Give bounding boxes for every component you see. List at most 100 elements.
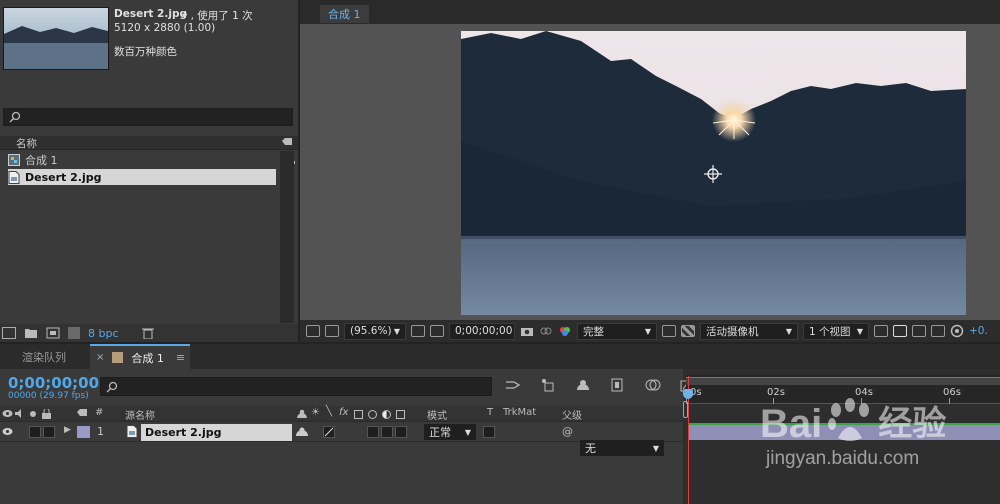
3d-layer-icon: [396, 410, 405, 419]
shy-layers-icon[interactable]: [575, 378, 591, 392]
anchor-point-icon[interactable]: [704, 165, 722, 183]
watermark-url: jingyan.baidu.com: [766, 448, 920, 469]
views-dropdown[interactable]: 1 个视图 ▼: [803, 322, 869, 340]
camera-dropdown[interactable]: 活动摄像机 ▼: [700, 322, 798, 340]
close-icon[interactable]: ×: [96, 352, 104, 363]
color-depth-swatch: [68, 327, 80, 339]
project-footer: 8 bpc: [0, 324, 298, 342]
resolution-dropdown[interactable]: 完整 ▼: [577, 322, 657, 340]
tab-composition[interactable]: 合成 1: [320, 5, 369, 23]
bpc-label[interactable]: 8 bpc: [88, 327, 119, 340]
audio-icon: [15, 409, 21, 418]
expand-arrow-icon[interactable]: ▶: [64, 425, 71, 435]
column-trkmat: TrkMat: [503, 407, 537, 418]
tab-timeline-composition[interactable]: × 合成 1 ≡: [90, 344, 190, 369]
fast-previews-icon[interactable]: [662, 325, 676, 337]
project-item-footage[interactable]: Desert 2.jpg: [8, 169, 276, 185]
new-folder-icon[interactable]: [24, 327, 38, 339]
shy-icon: [297, 409, 307, 418]
solo-switch[interactable]: [29, 426, 41, 438]
tab-render-queue[interactable]: 渲染队列: [0, 344, 88, 369]
parent-dropdown[interactable]: 无 ▼: [580, 440, 664, 456]
column-parent: 父级: [562, 411, 582, 422]
pickwhip-icon[interactable]: @: [562, 425, 573, 438]
layer-name-field[interactable]: Desert 2.jpg: [141, 424, 292, 441]
current-time-display[interactable]: 0;00;00;00: [8, 374, 99, 392]
composition-icon: [8, 154, 20, 166]
camera-snapshot-icon[interactable]: [520, 325, 534, 337]
panel-menu-icon[interactable]: ≡: [176, 351, 185, 364]
reset-exposure-icon[interactable]: [950, 324, 964, 338]
motion-blur-icon: [368, 410, 377, 419]
interpret-footage-icon[interactable]: [2, 327, 16, 339]
exposure-value[interactable]: +0.: [969, 325, 988, 337]
timeline-search-input[interactable]: [100, 377, 492, 396]
layer-index: 1: [97, 425, 104, 438]
blend-mode-dropdown[interactable]: 正常 ▼: [424, 424, 476, 440]
time-navigator-start[interactable]: [683, 401, 688, 418]
project-scrollbar[interactable]: [280, 151, 294, 323]
composition-mini-flowchart-icon[interactable]: [505, 378, 521, 392]
footage-name: Desert 2.jpg: [114, 8, 187, 20]
shy-switch-icon[interactable]: [296, 427, 308, 437]
comp-color-label: [112, 352, 124, 363]
label-tag-icon[interactable]: [281, 138, 293, 148]
color-channels-icon[interactable]: [558, 325, 572, 337]
show-snapshot-icon[interactable]: [539, 325, 553, 337]
motion-blur-icon[interactable]: [645, 378, 661, 392]
composition-frame: [461, 31, 966, 315]
work-area-bar[interactable]: [686, 377, 1000, 385]
project-search-input[interactable]: [3, 108, 293, 126]
fast-draft-icon[interactable]: [893, 325, 907, 337]
column-t: T: [487, 407, 494, 418]
lock-switch[interactable]: [43, 426, 55, 438]
label-tag-icon: [77, 409, 87, 416]
region-of-interest-icon[interactable]: [411, 325, 425, 337]
viewer-timecode[interactable]: 0;00;00;00: [449, 322, 515, 340]
image-file-icon: [8, 170, 20, 184]
ruler-major-tick: [949, 398, 950, 404]
adjustment-switch[interactable]: [381, 426, 393, 438]
visibility-eye-icon[interactable]: [2, 427, 13, 436]
search-icon: [106, 381, 118, 393]
composition-viewer[interactable]: [300, 24, 1000, 320]
tab-render-queue-label: 渲染队列: [22, 350, 66, 364]
preserve-transparency-switch[interactable]: [483, 426, 495, 438]
project-column-header: 名称: [0, 136, 298, 150]
baidu-watermark: Bai 经验 jingyan.baidu.com: [760, 398, 946, 470]
zoom-dropdown[interactable]: (95.6%) ▼: [344, 322, 406, 340]
new-composition-icon[interactable]: [46, 327, 60, 339]
flowchart-toggle-icon[interactable]: [931, 325, 945, 337]
watermark-brand: Bai: [760, 402, 823, 446]
frame-blending-icon[interactable]: [610, 378, 626, 392]
collapse-icon: ☀: [311, 407, 320, 418]
playhead-handle[interactable]: [683, 389, 693, 399]
project-item-label: 合成 1: [25, 154, 58, 167]
blend-mode-value: 正常: [429, 426, 451, 439]
baidu-paw-icon: [828, 398, 870, 441]
column-name-label: 名称: [16, 138, 37, 150]
toggle-pixel-aspect-icon[interactable]: [874, 325, 888, 337]
always-preview-icon[interactable]: [306, 325, 320, 337]
trash-icon[interactable]: [141, 327, 155, 339]
viewer-tab-bar: 合成 1: [300, 0, 1000, 24]
3d-switch[interactable]: [395, 426, 407, 438]
layer-color-label[interactable]: [77, 426, 90, 438]
watermark-brand-2: 经验: [878, 404, 947, 444]
quality-switch[interactable]: [323, 426, 335, 438]
adjustment-layer-icon: [382, 410, 391, 419]
transparency-grid-icon[interactable]: [430, 325, 444, 337]
layer-row[interactable]: ▶ 1 Desert 2.jpg 正常 ▼ @ 无 ▼: [0, 422, 683, 456]
motion-blur-switch[interactable]: [367, 426, 379, 438]
column-mode: 模式: [427, 411, 447, 422]
draft-3d-icon[interactable]: [540, 378, 556, 392]
project-item-comp[interactable]: 合成 1: [8, 152, 276, 168]
frame-blend-icon: [354, 410, 363, 419]
viewer-timecode-value: 0;00;00;00: [455, 325, 513, 337]
column-source-name: 源名称: [125, 411, 155, 422]
monitor-icon[interactable]: [325, 325, 339, 337]
timeline-toggle-icon[interactable]: [912, 325, 926, 337]
layer-column-header: # 源名称 ☀ ╲ fx 模式 T TrkMat 父级: [0, 406, 683, 422]
layer-name: Desert 2.jpg: [145, 426, 222, 439]
toggle-transparency-icon[interactable]: [681, 325, 695, 337]
